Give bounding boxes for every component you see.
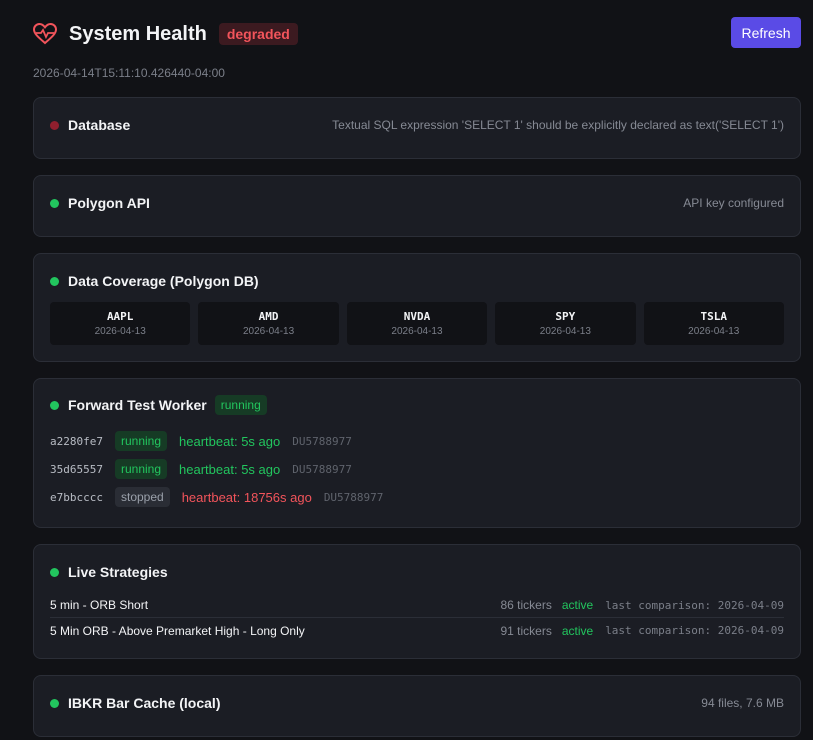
strategy-name: 5 min - ORB Short	[50, 598, 149, 612]
ibkr-bar-cache-card: IBKR Bar Cache (local) 94 files, 7.6 MB	[33, 675, 801, 737]
ticker-symbol: SPY	[555, 310, 576, 323]
heartbeat-text: heartbeat: 5s ago	[179, 433, 281, 449]
cache-size-note: 94 files, 7.6 MB	[701, 696, 784, 710]
refresh-button[interactable]: Refresh	[731, 17, 801, 48]
strategy-row: 5 min - ORB Short 86 tickers active last…	[50, 593, 784, 618]
worker-id: 35d65557	[50, 462, 103, 476]
ticker-tile: AAPL 2026-04-13	[50, 302, 191, 345]
strategy-status: active	[561, 598, 594, 612]
heartbeat-text: heartbeat: 18756s ago	[181, 489, 312, 505]
timestamp: 2026-04-14T15:11:10.426440-04:00	[33, 66, 225, 80]
strategy-ticker-count: 86 tickers	[500, 598, 552, 612]
ticker-tile: AMD 2026-04-13	[198, 302, 339, 345]
ticker-date: 2026-04-13	[688, 326, 740, 337]
status-badge: degraded	[218, 23, 298, 45]
ticker-date: 2026-04-13	[94, 326, 146, 337]
ticker-tile: NVDA 2026-04-13	[346, 302, 488, 345]
worker-row: a2280fe7 running heartbeat: 5s ago DU578…	[50, 431, 352, 451]
ticker-tile: SPY 2026-04-13	[495, 302, 636, 345]
strategy-last-comparison: last comparison: 2026-04-09	[605, 624, 784, 637]
card-title: Forward Test Worker	[68, 397, 207, 413]
card-title: Polygon API	[68, 195, 150, 211]
page-header: System Health degraded Refresh	[32, 17, 801, 51]
heart-pulse-icon	[32, 22, 58, 45]
worker-id: e7bbcccc	[50, 490, 103, 504]
worker-row: e7bbcccc stopped heartbeat: 18756s ago D…	[50, 487, 383, 507]
ticker-date: 2026-04-13	[243, 326, 295, 337]
status-dot-ok	[50, 400, 59, 410]
forward-test-worker-card: Forward Test Worker running a2280fe7 run…	[33, 378, 801, 528]
strategy-name: 5 Min ORB - Above Premarket High - Long …	[50, 623, 305, 638]
status-dot-error	[50, 120, 59, 130]
ticker-symbol: TSLA	[700, 310, 728, 323]
strategy-ticker-count: 91 tickers	[500, 623, 552, 638]
ticker-date: 2026-04-13	[391, 326, 443, 337]
strategy-row: 5 Min ORB - Above Premarket High - Long …	[50, 618, 784, 643]
ticker-symbol: AAPL	[106, 310, 134, 323]
page-title: System Health	[69, 22, 207, 45]
worker-row: 35d65557 running heartbeat: 5s ago DU578…	[50, 459, 352, 479]
worker-state-badge: stopped	[115, 487, 170, 507]
card-title: Data Coverage (Polygon DB)	[68, 273, 259, 289]
card-title: IBKR Bar Cache (local)	[68, 695, 221, 711]
ticker-grid: AAPL 2026-04-13 AMD 2026-04-13 NVDA 2026…	[50, 302, 784, 345]
strategy-last-comparison: last comparison: 2026-04-09	[605, 598, 784, 612]
card-title: Live Strategies	[68, 564, 168, 580]
status-dot-ok	[50, 198, 59, 208]
worker-state-badge: running	[115, 431, 168, 451]
ticker-symbol: NVDA	[403, 310, 431, 323]
polygon-api-card: Polygon API API key configured	[33, 175, 801, 237]
ticker-tile: TSLA 2026-04-13	[643, 302, 784, 345]
live-strategies-card: Live Strategies 5 min - ORB Short 86 tic…	[33, 544, 801, 659]
database-card: Database Textual SQL expression 'SELECT …	[33, 97, 801, 159]
polygon-api-note: API key configured	[683, 196, 784, 210]
ticker-symbol: AMD	[258, 310, 279, 323]
data-coverage-card: Data Coverage (Polygon DB) AAPL 2026-04-…	[33, 253, 801, 362]
account-id: DU5788977	[292, 434, 352, 448]
status-dot-ok	[50, 567, 59, 577]
strategy-status: active	[561, 623, 594, 638]
heartbeat-text: heartbeat: 5s ago	[179, 461, 281, 477]
card-title: Database	[68, 117, 131, 133]
status-dot-ok	[50, 276, 59, 286]
database-error-message: Textual SQL expression 'SELECT 1' should…	[332, 118, 784, 132]
ticker-date: 2026-04-13	[539, 326, 591, 337]
status-dot-ok	[50, 698, 59, 708]
account-id: DU5788977	[292, 462, 352, 476]
worker-id: a2280fe7	[50, 434, 103, 448]
worker-state-badge: running	[115, 459, 168, 479]
worker-status-badge: running	[214, 395, 267, 415]
account-id: DU5788977	[323, 490, 384, 504]
